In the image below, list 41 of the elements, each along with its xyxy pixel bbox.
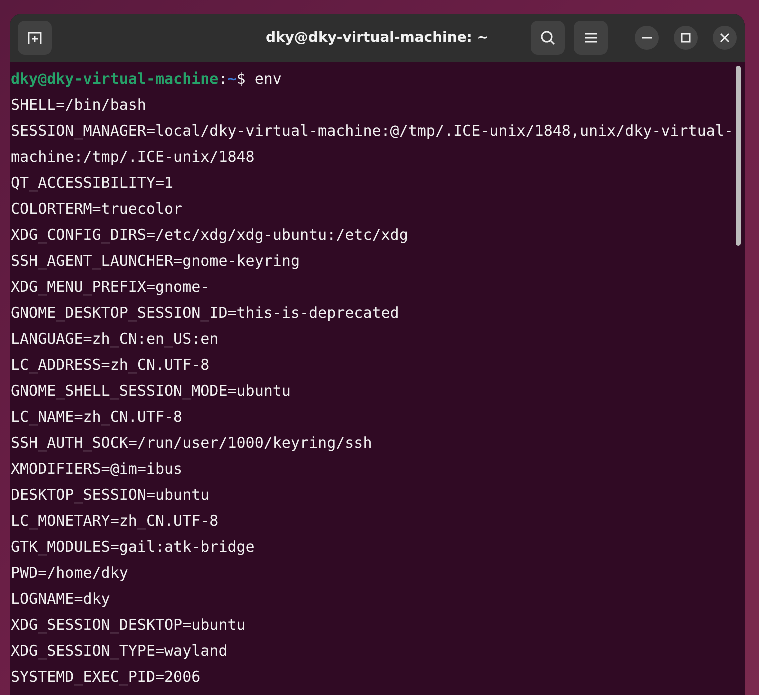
- output-line: SHELL=/bin/bash: [11, 95, 148, 116]
- maximize-icon: [681, 33, 691, 43]
- output-line: LC_MONETARY=zh_CN.UTF-8: [11, 511, 220, 532]
- search-button[interactable]: [531, 21, 565, 55]
- output-line: XMODIFIERS=@im=ibus: [11, 459, 184, 480]
- output-line: SSH_AGENT_LAUNCHER=gnome-keyring: [11, 251, 301, 272]
- output-line: XDG_CONFIG_DIRS=/etc/xdg/xdg-ubuntu:/etc/xdg: [11, 225, 410, 246]
- minimize-icon: [642, 37, 652, 39]
- prompt-text: ~: [228, 70, 237, 88]
- output-line: LC_NAME=zh_CN.UTF-8: [11, 407, 184, 428]
- maximize-button[interactable]: [674, 26, 698, 50]
- output-line: SYSTEMD_EXEC_PID=2006: [11, 667, 202, 688]
- output-line: XDG_SESSION_TYPE=wayland: [11, 641, 229, 662]
- minimize-button[interactable]: [635, 26, 659, 50]
- output-line: PWD=/home/dky: [11, 563, 130, 584]
- output-line: LOGNAME=dky: [11, 589, 112, 610]
- menu-icon: [584, 32, 598, 44]
- prompt-text: $ env: [236, 70, 282, 88]
- close-button[interactable]: [713, 26, 737, 50]
- output-line: COLORTERM=truecolor: [11, 199, 184, 220]
- output-line: XDG_MENU_PREFIX=gnome-: [11, 277, 211, 298]
- output-line: LANGUAGE=zh_CN:en_US:en: [11, 329, 220, 350]
- output-line: QT_ACCESSIBILITY=1: [11, 173, 175, 194]
- window-title: dky@dky-virtual-machine: ~: [266, 30, 490, 46]
- output-line: SESSION_MANAGER=local/dky-virtual-machine:@/tmp/.ICE-unix/1848,unix/dky-virtual-: [11, 121, 734, 142]
- output-line: LC_ADDRESS=zh_CN.UTF-8: [11, 355, 211, 376]
- close-icon: [720, 33, 730, 43]
- output-line: SSH_AUTH_SOCK=/run/user/1000/keyring/ssh: [11, 433, 374, 454]
- prompt-text: :: [218, 70, 228, 88]
- output-line: GTK_MODULES=gail:atk-bridge: [11, 537, 256, 558]
- output-line: GNOME_SHELL_SESSION_MODE=ubuntu: [11, 381, 292, 402]
- scrollbar-thumb[interactable]: [736, 66, 742, 246]
- output-line: DESKTOP_SESSION=ubuntu: [11, 485, 211, 506]
- new-tab-button[interactable]: [18, 21, 52, 55]
- prompt-text: dky@dky-virtual-machine: [11, 70, 219, 88]
- new-tab-icon: [27, 30, 43, 46]
- search-icon: [540, 30, 556, 46]
- output-line: XDG_SESSION_DESKTOP=ubuntu: [11, 615, 247, 636]
- output-line: machine:/tmp/.ICE-unix/1848: [11, 147, 256, 168]
- output-line: GNOME_DESKTOP_SESSION_ID=this-is-deprecated: [11, 303, 400, 324]
- menu-button[interactable]: [574, 21, 608, 55]
